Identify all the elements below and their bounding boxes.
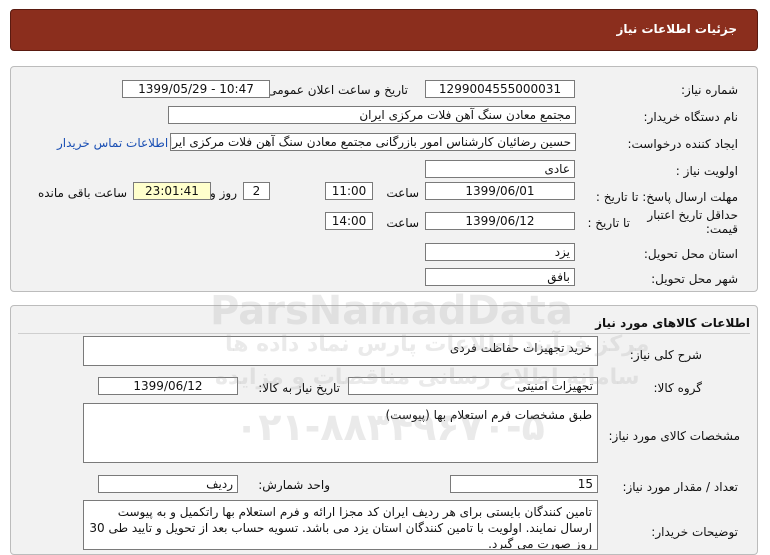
province-field: یزد: [425, 243, 575, 261]
validity-date-field: 1399/06/12: [425, 212, 575, 230]
validity-until-label: تا تاریخ :: [587, 216, 630, 230]
section-divider: [18, 333, 750, 334]
goods-section-title: اطلاعات کالاهای مورد نیاز: [595, 316, 750, 330]
quantity-label: تعداد / مقدار مورد نیاز:: [622, 480, 738, 494]
buyer-contact-link[interactable]: اطلاعات تماس خریدار: [57, 136, 168, 150]
general-desc-field: خرید تجهیزات حفاظت فردی: [83, 336, 598, 366]
province-label: استان محل تحویل:: [643, 247, 738, 261]
reply-time-field: 11:00: [325, 182, 373, 200]
page-title: جزئیات اطلاعات نیاز: [616, 22, 737, 36]
validity-hour-label: ساعت: [386, 216, 419, 230]
reply-hour-label: ساعت: [386, 186, 419, 200]
buyer-field: مجتمع معادن سنگ آهن فلات مرکزی ایران: [168, 106, 576, 124]
buyer-notes-field: تامین کنندگان بایستی برای هر ردیف ایران …: [83, 500, 598, 550]
priority-label: اولویت نیاز :: [675, 164, 738, 178]
priority-field: عادی: [425, 160, 575, 178]
city-field: بافق: [425, 268, 575, 286]
buyer-notes-label: توضیحات خریدار:: [651, 525, 738, 539]
page-header: جزئیات اطلاعات نیاز: [10, 9, 758, 51]
need-number-field: 1299004555000031: [425, 80, 575, 98]
days-label: روز و: [210, 186, 237, 200]
validity-time-field: 14:00: [325, 212, 373, 230]
spec-label: مشخصات کالای مورد نیاز:: [608, 429, 740, 443]
announce-label: تاریخ و ساعت اعلان عمومی:: [263, 83, 408, 97]
buyer-label: نام دستگاه خریدار:: [643, 110, 739, 124]
validity-label: حداقل تاریخ اعتبار قیمت:: [647, 208, 738, 236]
quantity-field: 15: [450, 475, 598, 493]
unit-field: ردیف: [98, 475, 238, 493]
goods-group-field: تجهیزات امنیتی: [348, 377, 598, 395]
need-date-label: تاریخ نیاز به کالا:: [258, 381, 340, 395]
creator-label: ایجاد کننده درخواست:: [627, 137, 738, 151]
general-desc-label: شرح کلی نیاز:: [629, 348, 702, 362]
reply-deadline-label: مهلت ارسال پاسخ: تا تاریخ :: [595, 190, 738, 204]
announce-datetime-field: 1399/05/29 - 10:47: [122, 80, 270, 98]
need-date-field: 1399/06/12: [98, 377, 238, 395]
spec-field: طبق مشخصات فرم استعلام بها (پیوست): [83, 403, 598, 463]
remaining-days-field: 2: [243, 182, 270, 200]
remaining-label: ساعت باقی مانده: [37, 186, 127, 200]
goods-group-label: گروه کالا:: [653, 381, 703, 395]
unit-label: واحد شمارش:: [258, 478, 330, 492]
remaining-time-field: 23:01:41: [133, 182, 211, 200]
reply-date-field: 1399/06/01: [425, 182, 575, 200]
city-label: شهر محل تحویل:: [651, 272, 738, 286]
need-number-label: شماره نیاز:: [681, 83, 738, 97]
creator-field: حسین رضائیان کارشناس امور بازرگانی مجتمع…: [170, 133, 576, 151]
